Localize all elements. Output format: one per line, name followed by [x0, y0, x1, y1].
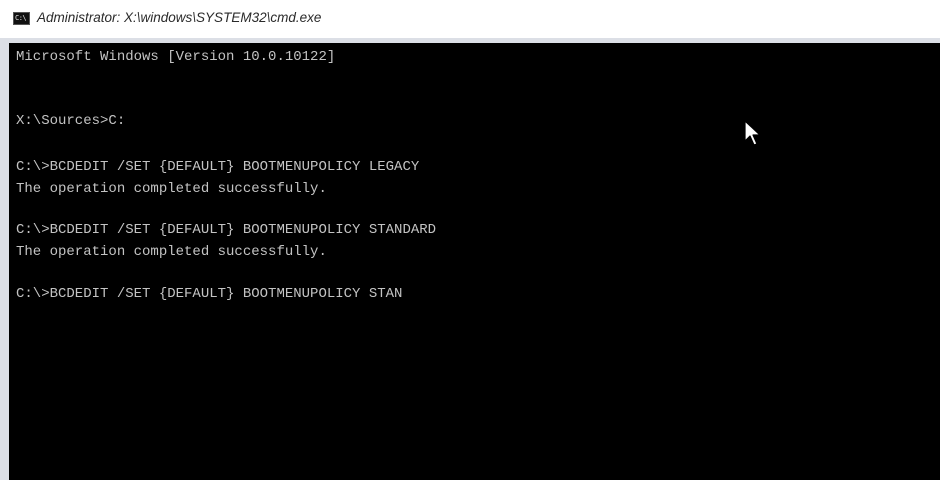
cmd-icon: C:\ — [13, 12, 30, 25]
console-line: X:\Sources>C: — [16, 113, 126, 129]
console-line: Microsoft Windows [Version 10.0.10122] — [16, 49, 336, 65]
console-line: The operation completed successfully. — [16, 181, 327, 197]
cmd-icon-glyph: C:\ — [15, 14, 27, 22]
mouse-pointer-icon — [744, 120, 761, 146]
console-line: The operation completed successfully. — [16, 244, 327, 260]
console-input-line[interactable]: C:\>BCDEDIT /SET {DEFAULT} BOOTMENUPOLIC… — [16, 286, 402, 302]
console-line: C:\>BCDEDIT /SET {DEFAULT} BOOTMENUPOLIC… — [16, 222, 437, 238]
console-line: C:\>BCDEDIT /SET {DEFAULT} BOOTMENUPOLIC… — [16, 159, 420, 175]
window-title: Administrator: X:\windows\SYSTEM32\cmd.e… — [37, 10, 322, 25]
console-output[interactable]: Microsoft Windows [Version 10.0.10122] X… — [9, 43, 940, 480]
cmd-window: C:\ Administrator: X:\windows\SYSTEM32\c… — [0, 0, 940, 480]
title-bar[interactable]: C:\ Administrator: X:\windows\SYSTEM32\c… — [0, 0, 940, 38]
